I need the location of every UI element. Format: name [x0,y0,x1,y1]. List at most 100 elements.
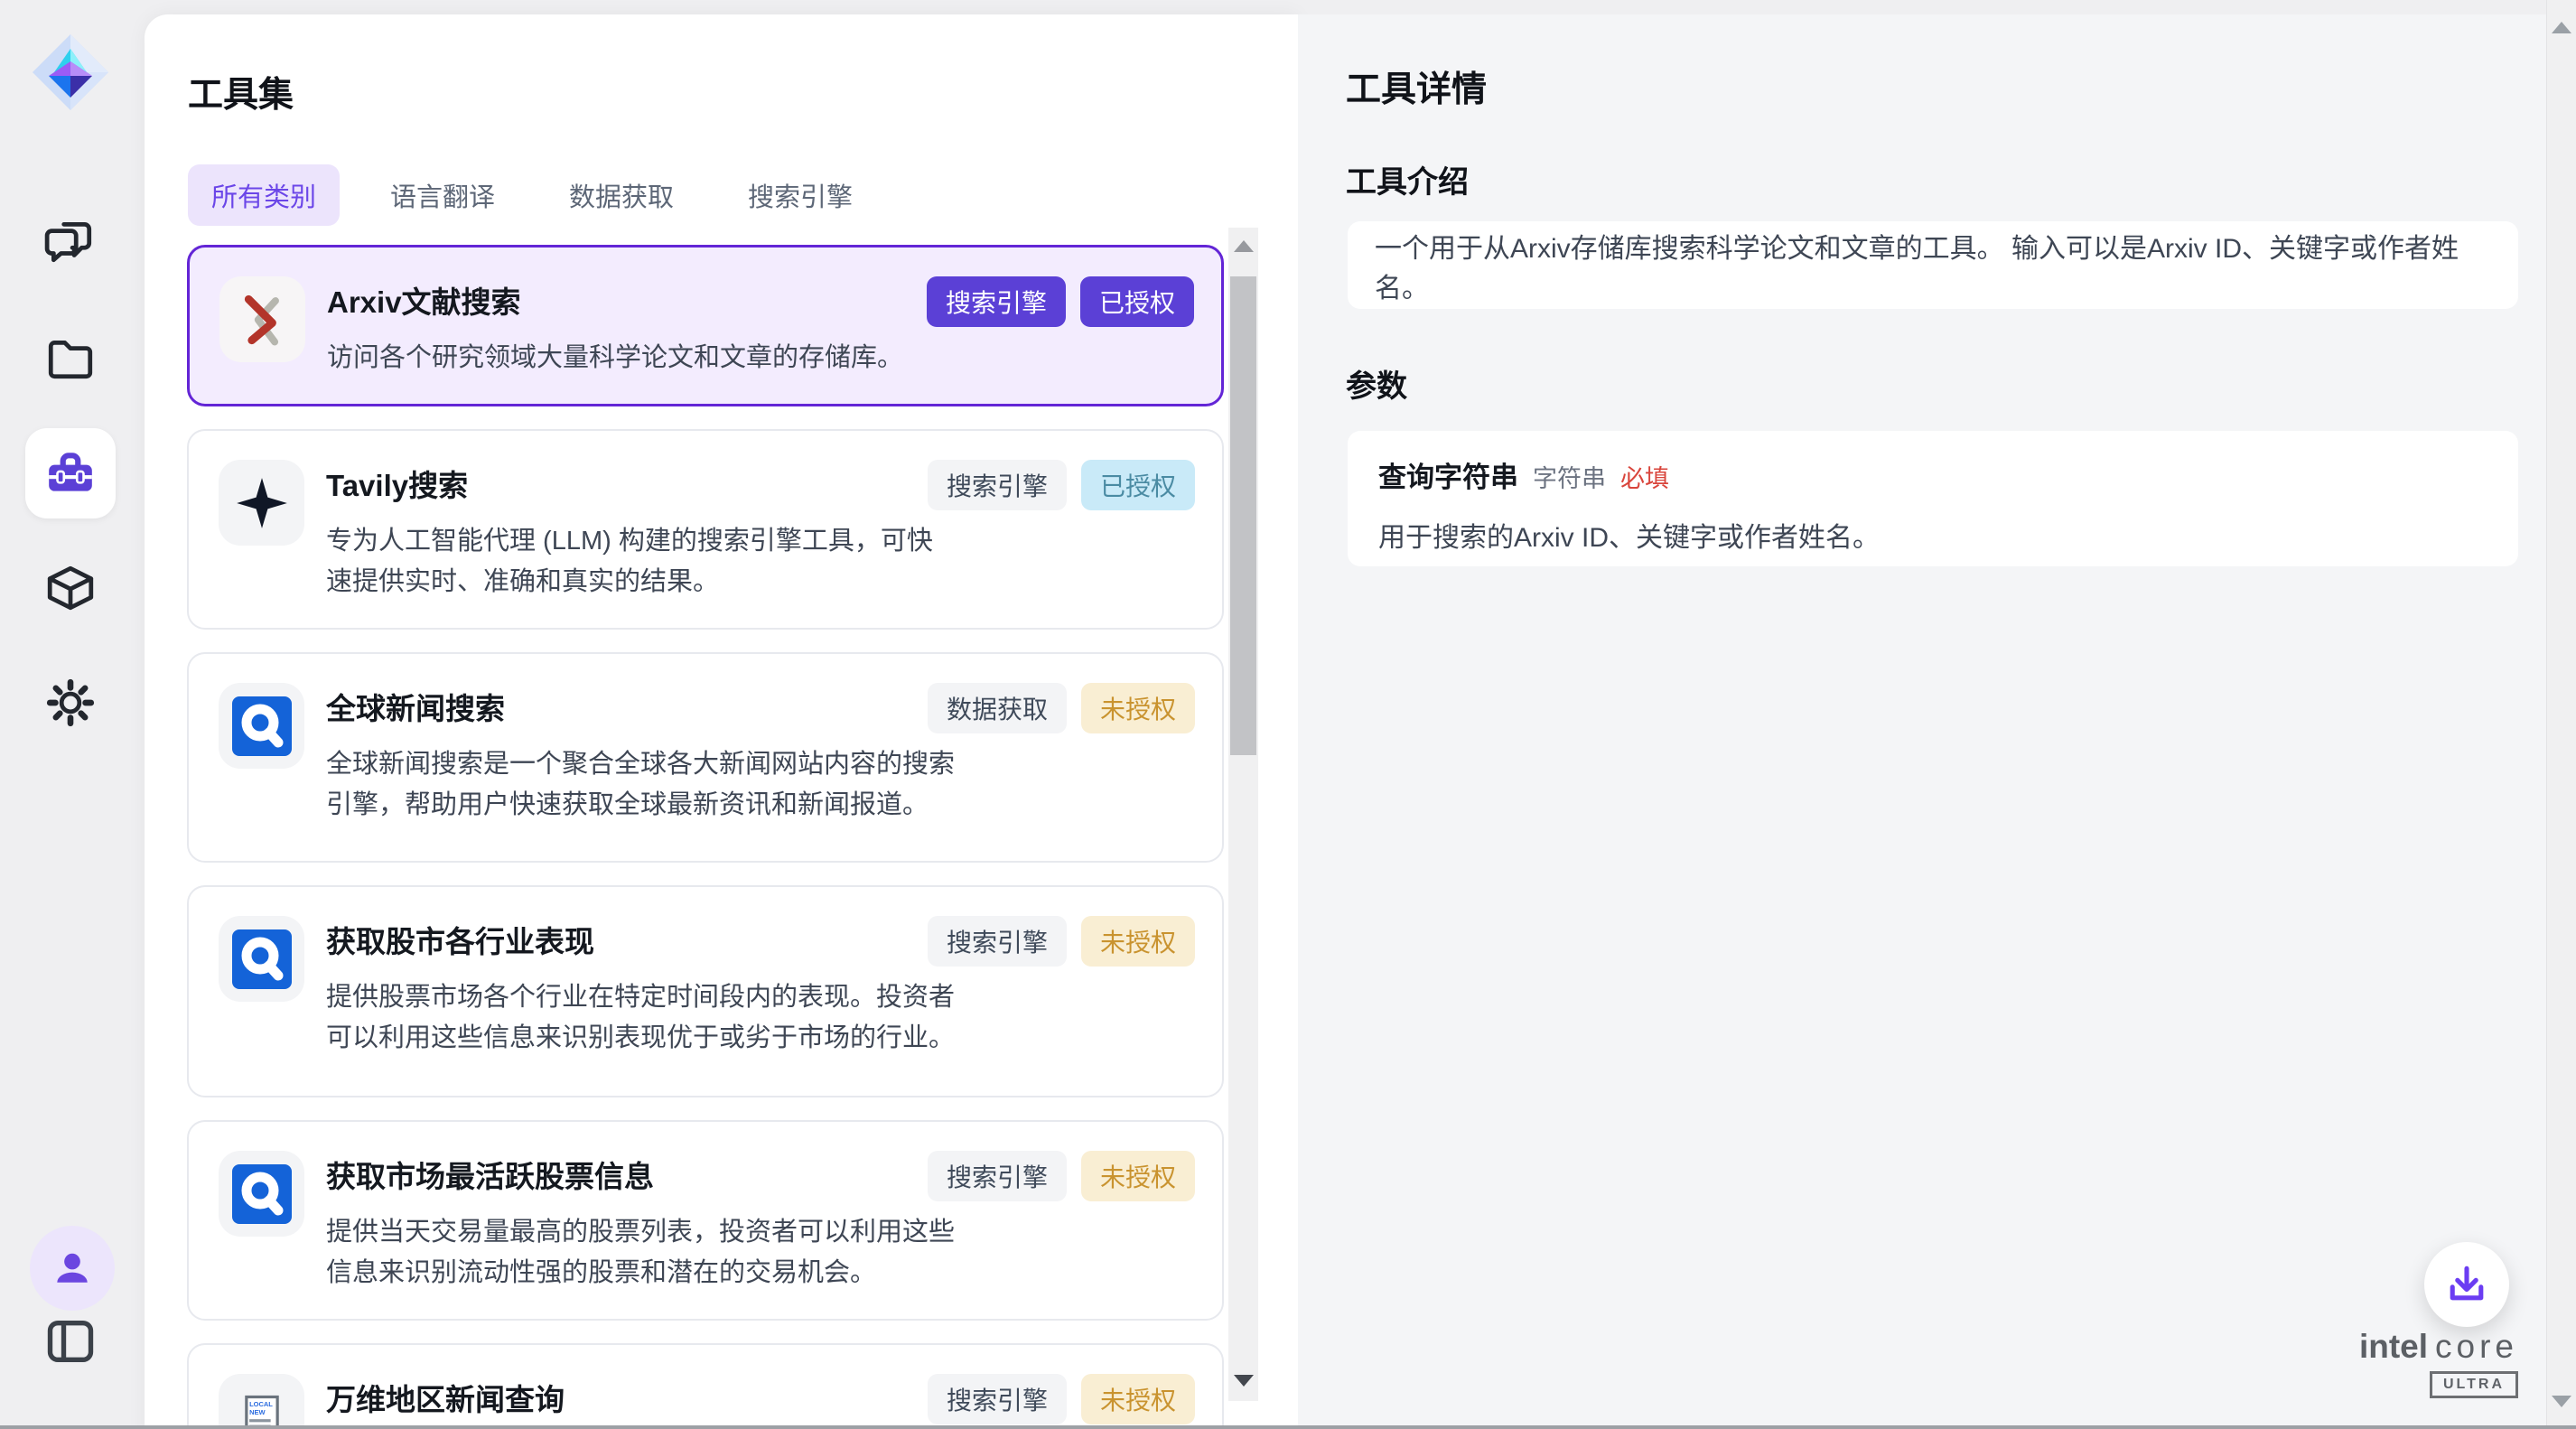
window-scrollbar[interactable] [2546,0,2576,1429]
window-scroll-up-icon[interactable] [2552,22,2571,33]
parameter-card: 查询字符串 字符串 必填 用于搜索的Arxiv ID、关键字或作者姓名。 [1348,431,2518,566]
intel-wordmark: intel [2359,1328,2428,1366]
tool-texts: 全球新闻搜索 全球新闻搜索是一个聚合全球各大新闻网站内容的搜索引擎，帮助用户快速… [326,683,958,826]
intro-heading: 工具介绍 [1346,157,1469,201]
parameter-name: 查询字符串 [1378,454,1518,495]
user-avatar[interactable] [30,1226,115,1311]
tool-badges: 搜索引擎 已授权 [927,276,1194,327]
tool-icon-box: LOCAL NEW [219,276,305,362]
tab-label: 搜索引擎 [748,183,853,212]
tab-label: 数据获取 [569,183,674,212]
tool-badges: 搜索引擎 已授权 [928,460,1195,510]
arxiv-logo-icon [231,288,294,351]
auth-badge[interactable]: 未授权 [1081,916,1195,967]
category-badge: 搜索引擎 [928,1374,1067,1424]
intro-card: 一个用于从Arxiv存储库搜索科学论文和文章的工具。 输入可以是Arxiv ID… [1348,221,2518,309]
tool-texts: Arxiv文献搜索 访问各个研究领域大量科学论文和文章的存储库。 [327,276,959,378]
app-window: 工具集 所有类别语言翻译数据获取搜索引擎 LOCAL [0,0,2576,1429]
gear-icon [44,677,97,729]
params-heading: 参数 [1346,361,1407,406]
window-scroll-down-icon[interactable] [2552,1396,2571,1407]
gem-logo-icon [29,31,112,114]
core-wordmark: core [2435,1328,2518,1366]
tool-icon-box: LOCAL NEW [219,1374,304,1429]
newspaper-icon: LOCAL NEW [235,1390,289,1429]
tool-card-3[interactable]: LOCAL NEW 获取股市各行业表现 提供股票市场各个行业在特定时间段内的表现… [187,885,1224,1097]
category-tab-3[interactable]: 搜索引擎 [724,164,876,226]
category-tab-1[interactable]: 语言翻译 [367,164,518,226]
intel-core-logo: intel core ULTRA [2375,1328,2518,1398]
category-tab-0[interactable]: 所有类别 [188,164,340,226]
sidebar-item-chat[interactable] [25,196,116,286]
auth-badge[interactable]: 未授权 [1081,1151,1195,1201]
tool-badges: 搜索引擎 未授权 [928,1374,1195,1424]
list-scrollbar[interactable] [1228,228,1258,1401]
cube-icon [44,562,97,614]
auth-badge[interactable]: 未授权 [1081,1374,1195,1424]
category-badge: 搜索引擎 [927,276,1066,327]
category-badge: 数据获取 [928,683,1067,733]
tool-title: 全球新闻搜索 [326,685,958,728]
sidebar-item-files[interactable] [25,313,116,403]
toolset-title: 工具集 [188,67,294,117]
toolbox-icon [44,447,97,500]
tool-card-2[interactable]: LOCAL NEW 全球新闻搜索 全球新闻搜索是一个聚合全球各大新闻网站内容的搜… [187,652,1224,863]
details-title: 工具详情 [1346,61,1487,112]
parameter-description: 用于搜索的Arxiv ID、关键字或作者姓名。 [1378,515,2487,555]
tool-description: 专为人工智能代理 (LLM) 构建的搜索引擎工具，可快速提供实时、准确和真实的结… [326,521,958,602]
parameter-type: 字符串 [1533,459,1606,494]
intro-text: 一个用于从Arxiv存储库搜索科学论文和文章的工具。 输入可以是Arxiv ID… [1375,226,2491,305]
quark-logo-icon [232,1164,292,1224]
tab-label: 语言翻译 [390,183,495,212]
category-badge: 搜索引擎 [928,916,1067,967]
tool-card-5[interactable]: LOCAL NEW 万维地区新闻查询 查询具体行政区划内的新闻，快速了解各地新闻… [187,1343,1224,1429]
tool-card-1[interactable]: LOCAL NEW Tavily搜索 专为人工智能代理 (LLM) 构建的搜索引… [187,429,1224,630]
tool-texts: 获取市场最活跃股票信息 提供当天交易量最高的股票列表，投资者可以利用这些信息来识… [326,1151,958,1294]
folder-icon [44,332,97,384]
category-tab-2[interactable]: 数据获取 [546,164,697,226]
list-scrollbar-thumb[interactable] [1230,276,1256,755]
download-icon [2443,1261,2490,1308]
tool-details-panel: 工具详情 工具介绍 一个用于从Arxiv存储库搜索科学论文和文章的工具。 输入可… [1298,14,2576,1429]
sidebar-item-tools[interactable] [25,428,116,518]
sidebar-item-settings[interactable] [25,658,116,748]
quark-logo-icon [232,929,292,989]
ultra-badge: ULTRA [2430,1371,2518,1398]
tool-icon-box: LOCAL NEW [219,1151,304,1237]
scroll-up-arrow-icon[interactable] [1234,240,1254,252]
tool-badges: 数据获取 未授权 [928,683,1195,733]
auth-badge[interactable]: 未授权 [1081,683,1195,733]
auth-badge[interactable]: 已授权 [1081,460,1195,510]
tool-description: 访问各个研究领域大量科学论文和文章的存储库。 [327,338,959,378]
tool-description: 提供股票市场各个行业在特定时间段内的表现。投资者可以利用这些信息来识别表现优于或… [326,977,958,1059]
tool-texts: 获取股市各行业表现 提供股票市场各个行业在特定时间段内的表现。投资者可以利用这些… [326,916,958,1059]
panel-toggle-icon [43,1317,98,1366]
category-badge: 搜索引擎 [928,1151,1067,1201]
tool-icon-box: LOCAL NEW [219,916,304,1002]
window-bottom-edge [0,1425,2576,1429]
collapse-sidebar-button[interactable] [25,1301,116,1382]
quark-logo-icon [232,696,292,756]
chat-icon [44,215,97,267]
sidebar-item-models[interactable] [25,543,116,633]
tool-card-4[interactable]: LOCAL NEW 获取市场最活跃股票信息 提供当天交易量最高的股票列表，投资者… [187,1120,1224,1321]
app-logo [25,27,116,117]
person-icon [49,1245,96,1292]
category-tabs: 所有类别 语言翻译 数据获取 搜索引擎 [188,164,876,226]
auth-badge[interactable]: 已授权 [1080,276,1194,327]
tool-description: 提供当天交易量最高的股票列表，投资者可以利用这些信息来识别流动性强的股票和潜在的… [326,1212,958,1294]
tool-card-0[interactable]: LOCAL NEW Arxiv文献搜索 访问各个研究领域大量科学论文和文章的存储… [187,245,1224,406]
tool-title: 获取市场最活跃股票信息 [326,1153,958,1196]
tool-icon-box: LOCAL NEW [219,683,304,769]
tool-title: 万维地区新闻查询 [326,1376,958,1419]
tavily-logo-icon [235,476,289,530]
tool-texts: Tavily搜索 专为人工智能代理 (LLM) 构建的搜索引擎工具，可快速提供实… [326,460,958,602]
scroll-down-arrow-icon[interactable] [1234,1375,1254,1387]
tool-badges: 搜索引擎 未授权 [928,916,1195,967]
parameter-required-badge: 必填 [1620,459,1669,494]
tool-icon-box: LOCAL NEW [219,460,304,546]
download-button[interactable] [2424,1242,2509,1327]
sidebar [0,0,145,1429]
tab-label: 所有类别 [211,183,316,212]
tool-list: LOCAL NEW Arxiv文献搜索 访问各个研究领域大量科学论文和文章的存储… [187,245,1224,1429]
